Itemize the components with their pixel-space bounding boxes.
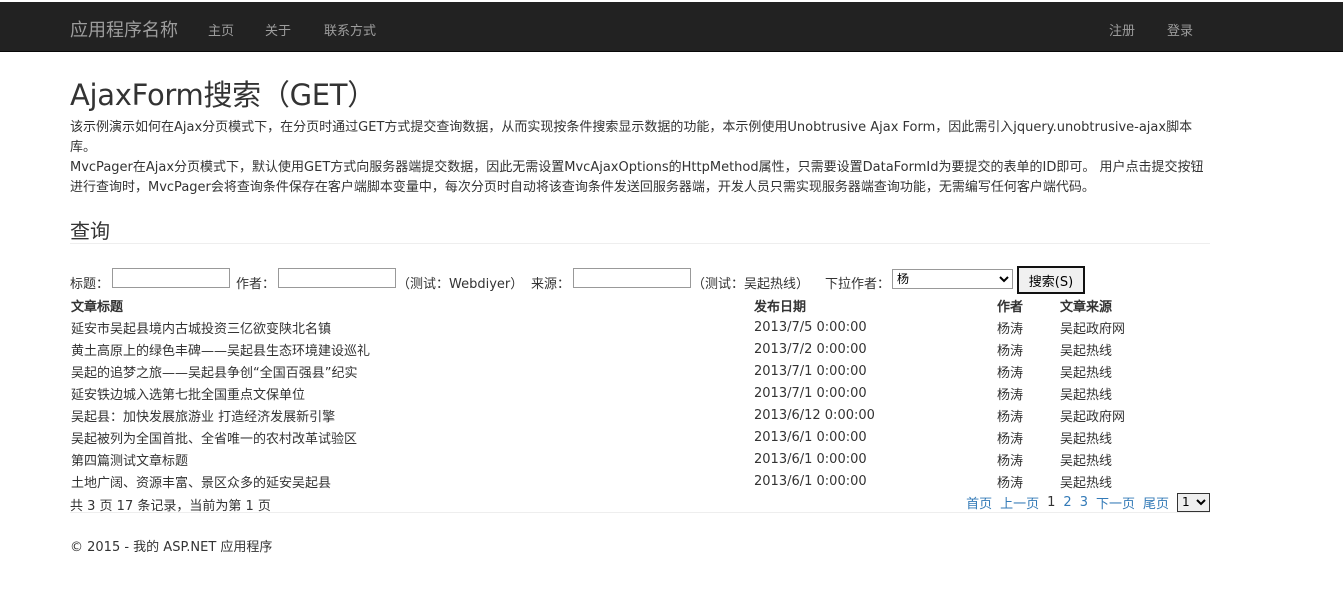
table-row: 延安铁边城入选第七批全国重点文保单位 2013/7/1 0:00:00 杨涛 吴… xyxy=(70,382,1210,404)
cell-title: 土地广阔、资源丰富、景区众多的延安吴起县 xyxy=(71,475,332,491)
nav-link-about[interactable]: 关于 xyxy=(265,20,291,39)
cell-author: 杨涛 xyxy=(997,409,1024,425)
cell-source: 吴起热线 xyxy=(1060,453,1113,469)
cell-source: 吴起热线 xyxy=(1060,387,1113,403)
search-form: 标题： 作者： （测试：Webdiyer） 来源： （测试：吴起热线） 下拉作者… xyxy=(70,266,1210,294)
description-paragraph-2: MvcPager在Ajax分页模式下，默认使用GET方式向服务器端提交数据，因此… xyxy=(70,160,1204,195)
pager-prev-link[interactable]: 上一页 xyxy=(1000,493,1039,512)
table-row: 黄土高原上的绿色丰碑——吴起县生态环境建设巡礼 2013/7/2 0:00:00… xyxy=(70,338,1210,360)
pager-row: 共 3 页 17 条记录，当前为第 1 页 首页 上一页 1 2 3 下一页 尾… xyxy=(70,492,1210,514)
cell-source: 吴起政府网 xyxy=(1060,321,1126,337)
cell-author: 杨涛 xyxy=(997,475,1024,491)
cell-title: 吴起被列为全国首批、全省唯一的农村改革试验区 xyxy=(71,431,358,447)
header-date: 发布日期 xyxy=(754,299,807,315)
header-title: 文章标题 xyxy=(71,299,124,315)
cell-source: 吴起热线 xyxy=(1060,343,1113,359)
navbar: 应用程序名称 主页 关于 联系方式 注册 登录 xyxy=(0,2,1343,52)
cell-title: 第四篇测试文章标题 xyxy=(71,453,189,469)
pager-last-link[interactable]: 尾页 xyxy=(1143,493,1169,512)
nav-link-login[interactable]: 登录 xyxy=(1167,20,1193,39)
header-source: 文章来源 xyxy=(1060,299,1113,315)
cell-title: 吴起的追梦之旅——吴起县争创“全国百强县”纪实 xyxy=(71,365,358,381)
cell-source: 吴起热线 xyxy=(1060,475,1113,491)
articles-table: 文章标题 发布日期 作者 文章来源 延安市吴起县境内古城投资三亿欲变陕北名镇 2… xyxy=(70,294,1210,492)
pager-page-3-link[interactable]: 3 xyxy=(1080,495,1088,510)
cell-author: 杨涛 xyxy=(997,387,1024,403)
cell-date: 2013/6/1 0:00:00 xyxy=(754,451,867,467)
cell-author: 杨涛 xyxy=(997,365,1024,381)
pager-page-2-link[interactable]: 2 xyxy=(1063,495,1071,510)
description: 该示例演示如何在Ajax分页模式下，在分页时通过GET方式提交查询数据，从而实现… xyxy=(70,118,1210,198)
author-input[interactable] xyxy=(278,268,396,288)
pager-page-select[interactable]: 1 xyxy=(1177,492,1210,512)
nav-link-register[interactable]: 注册 xyxy=(1109,20,1135,39)
section-divider xyxy=(70,243,1210,244)
source-label: 来源： xyxy=(531,277,571,292)
title-label: 标题： xyxy=(70,277,110,292)
table-row: 延安市吴起县境内古城投资三亿欲变陕北名镇 2013/7/5 0:00:00 杨涛… xyxy=(70,316,1210,338)
page-title: AjaxForm搜索（GET） xyxy=(70,78,376,112)
cell-title: 延安市吴起县境内古城投资三亿欲变陕北名镇 xyxy=(71,321,332,337)
pager-first-link[interactable]: 首页 xyxy=(966,493,992,512)
author-dropdown[interactable]: 杨 xyxy=(892,269,1013,289)
cell-title: 黄土高原上的绿色丰碑——吴起县生态环境建设巡礼 xyxy=(71,343,371,359)
pager-current-page: 1 xyxy=(1047,494,1056,510)
table-row: 第四篇测试文章标题 2013/6/1 0:00:00 杨涛 吴起热线 xyxy=(70,448,1210,470)
pager-next-link[interactable]: 下一页 xyxy=(1096,493,1135,512)
pager: 首页 上一页 1 2 3 下一页 尾页 1 xyxy=(966,492,1210,512)
cell-date: 2013/7/2 0:00:00 xyxy=(754,341,867,357)
cell-date: 2013/6/1 0:00:00 xyxy=(754,473,867,489)
nav-link-home[interactable]: 主页 xyxy=(208,20,234,39)
cell-date: 2013/6/1 0:00:00 xyxy=(754,429,867,445)
table-row: 吴起被列为全国首批、全省唯一的农村改革试验区 2013/6/1 0:00:00 … xyxy=(70,426,1210,448)
footer-divider xyxy=(70,512,1210,513)
cell-author: 杨涛 xyxy=(997,343,1024,359)
nav-link-contact[interactable]: 联系方式 xyxy=(324,20,376,39)
table-header-row: 文章标题 发布日期 作者 文章来源 xyxy=(70,294,1210,316)
header-author: 作者 xyxy=(997,299,1024,315)
author-label: 作者： xyxy=(236,277,276,292)
author-hint: （测试：Webdiyer） xyxy=(397,277,524,292)
cell-date: 2013/7/5 0:00:00 xyxy=(754,319,867,335)
cell-author: 杨涛 xyxy=(997,453,1024,469)
cell-source: 吴起热线 xyxy=(1060,365,1113,381)
table-row: 吴起的追梦之旅——吴起县争创“全国百强县”纪实 2013/7/1 0:00:00… xyxy=(70,360,1210,382)
search-button[interactable]: 搜索(S) xyxy=(1017,266,1085,294)
table-row: 土地广阔、资源丰富、景区众多的延安吴起县 2013/6/1 0:00:00 杨涛… xyxy=(70,470,1210,492)
cell-author: 杨涛 xyxy=(997,431,1024,447)
author-dropdown-label: 下拉作者： xyxy=(825,277,891,292)
cell-date: 2013/7/1 0:00:00 xyxy=(754,385,867,401)
cell-source: 吴起政府网 xyxy=(1060,409,1126,425)
cell-author: 杨涛 xyxy=(997,321,1024,337)
brand-link[interactable]: 应用程序名称 xyxy=(70,16,178,42)
cell-date: 2013/6/12 0:00:00 xyxy=(754,407,875,423)
section-title-search: 查询 xyxy=(70,219,110,243)
table-row: 吴起县：加快发展旅游业 打造经济发展新引擎 2013/6/12 0:00:00 … xyxy=(70,404,1210,426)
cell-title: 延安铁边城入选第七批全国重点文保单位 xyxy=(71,387,306,403)
cell-date: 2013/7/1 0:00:00 xyxy=(754,363,867,379)
cell-source: 吴起热线 xyxy=(1060,431,1113,447)
title-input[interactable] xyxy=(112,268,230,288)
footer-text: © 2015 - 我的 ASP.NET 应用程序 xyxy=(70,540,273,555)
description-paragraph-1: 该示例演示如何在Ajax分页模式下，在分页时通过GET方式提交查询数据，从而实现… xyxy=(70,120,1193,155)
source-input[interactable] xyxy=(573,268,691,288)
cell-title: 吴起县：加快发展旅游业 打造经济发展新引擎 xyxy=(71,409,336,425)
source-hint: （测试：吴起热线） xyxy=(692,277,810,292)
